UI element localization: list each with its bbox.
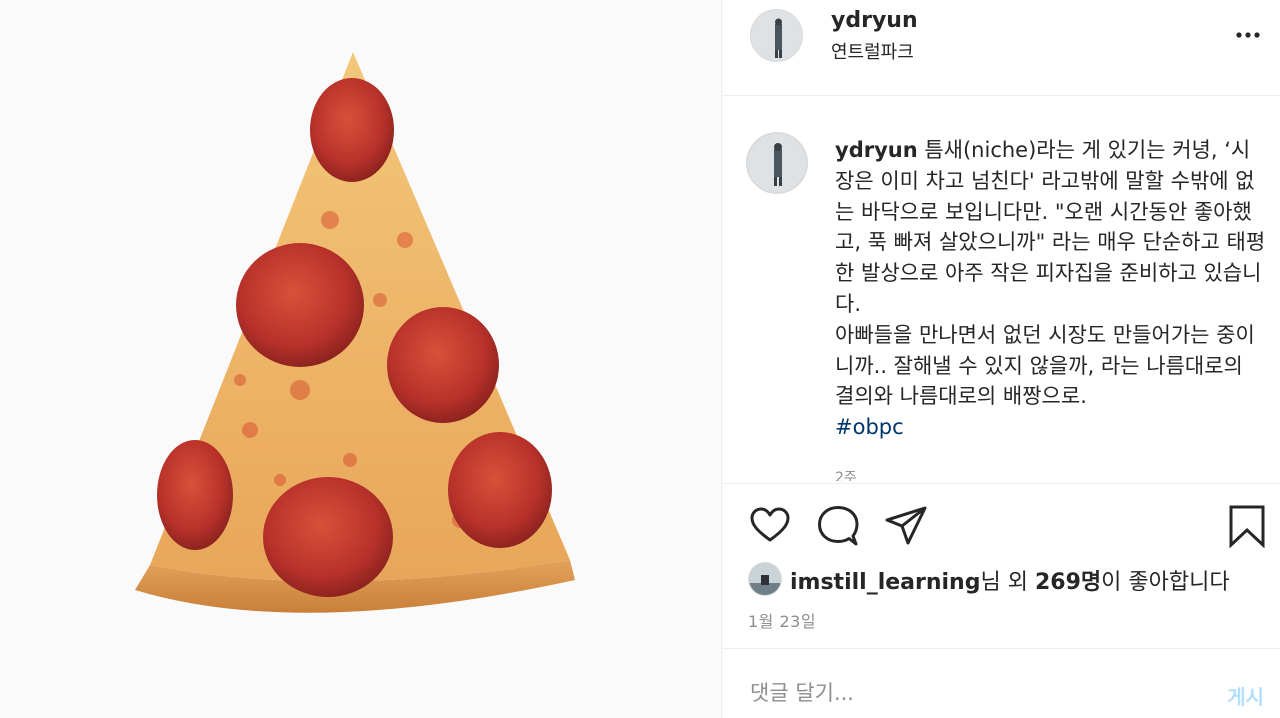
likes-text: imstill_learning님 외 269명이 좋아합니다 — [790, 564, 1230, 596]
comment-input[interactable] — [750, 673, 1170, 713]
caption-author-avatar[interactable] — [746, 132, 808, 194]
comment-icon[interactable] — [816, 504, 860, 548]
comment-bar: 게시 — [722, 648, 1280, 718]
post-location[interactable]: 연트럴파크 — [831, 38, 914, 64]
liker-avatar[interactable] — [748, 562, 782, 596]
liker-username[interactable]: imstill_learning — [790, 570, 980, 595]
post-comment-button[interactable]: 게시 — [1227, 681, 1264, 710]
likes-count[interactable]: 269명 — [1035, 570, 1101, 595]
caption-time: 2주 — [835, 470, 857, 481]
hashtag-link[interactable]: #obpc — [835, 415, 904, 439]
caption-text: 틈새(niche)라는 게 있기는 커녕, ‘시장은 이미 차고 넘친다' 라고… — [835, 138, 1266, 409]
post-caption: ydryun 틈새(niche)라는 게 있기는 커녕, ‘시장은 이미 차고 … — [835, 135, 1267, 443]
pizza-slice-illustration — [135, 52, 575, 613]
pepperoni-slices — [157, 78, 552, 597]
caption-section: ydryun 틈새(niche)라는 게 있기는 커녕, ‘시장은 이미 차고 … — [722, 97, 1280, 481]
post-date[interactable]: 1월 23일 — [748, 608, 816, 632]
likes-suffix-2: 이 좋아합니다 — [1101, 570, 1230, 595]
post-sidebar: ydryun 연트럴파크 ydryun 틈새(niche)라는 게 있기는 커녕… — [722, 0, 1280, 718]
caption-username[interactable]: ydryun — [835, 138, 918, 162]
post-image[interactable] — [0, 0, 721, 718]
paper-plane-icon[interactable] — [884, 504, 928, 548]
author-username[interactable]: ydryun — [831, 8, 918, 33]
author-avatar[interactable] — [750, 9, 803, 62]
heart-icon[interactable] — [748, 504, 792, 548]
likes-summary: imstill_learning님 외 269명이 좋아합니다 — [748, 562, 1268, 596]
bookmark-icon[interactable] — [1225, 504, 1269, 548]
likes-suffix-1: 님 외 — [980, 570, 1035, 595]
more-horizontal-icon[interactable] — [1234, 26, 1262, 44]
post-actions: imstill_learning님 외 269명이 좋아합니다 1월 23일 — [722, 483, 1280, 648]
post-header: ydryun 연트럴파크 — [722, 0, 1280, 96]
